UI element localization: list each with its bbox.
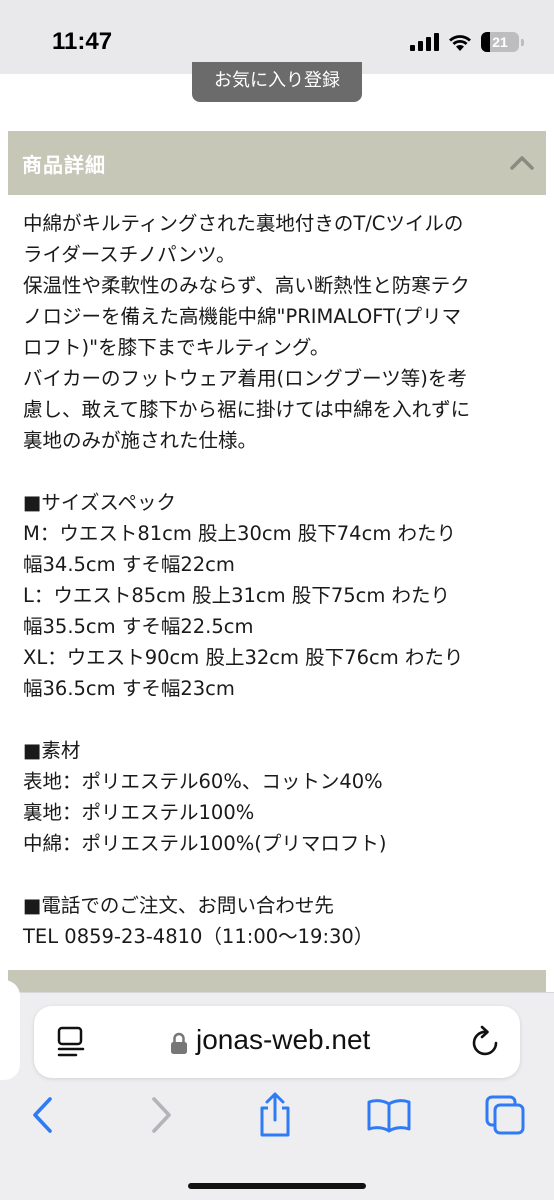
favorite-button[interactable]: お気に入り登録 [192,62,362,102]
bookmarks-button[interactable] [364,1090,414,1140]
back-button[interactable] [18,1090,68,1140]
status-icons: 21 [410,32,524,52]
battery-cap [521,38,524,46]
size-spec-line: 幅35.5cm すそ幅22.5cm [23,615,254,638]
material-heading: ■素材 [23,739,81,762]
description-line: ノロジーを備えた高機能中綿"PRIMALOFT(プリマ [23,305,462,328]
bookmarks-icon[interactable] [366,1096,412,1134]
description-line: ライダースチノパンツ。 [23,243,236,266]
description-line: 慮し、敢えて膝下から裾に掛けては中綿を入れずに [23,398,471,421]
description-line: ロフト)"を膝下までキルティング。 [23,336,330,359]
status-time: 11:47 [52,28,113,55]
wifi-icon [449,35,471,51]
screen: 11:47 21 お気に入り登録 商品詳細 中綿がキルティングされた裏地付きのT… [0,0,554,1200]
chevron-up-icon[interactable] [508,149,536,177]
section-title: 商品詳細 [22,152,106,177]
size-spec-line: XL：ウエスト90cm 股上32cm 股下76cm わたり [23,646,464,669]
description-line: 保温性や柔軟性のみならず、高い断熱性と防寒テク [23,274,470,297]
tabs-button[interactable] [480,1090,530,1140]
url-text[interactable]: jonas-web.net [196,1024,370,1056]
home-indicator [188,1183,366,1189]
description-line: 裏地のみが施された仕様。 [23,429,258,452]
back-icon[interactable] [30,1096,56,1134]
size-spec-line: 幅36.5cm すそ幅23cm [23,677,235,700]
address-bar[interactable]: jonas-web.net [34,1006,520,1078]
contact-phone: TEL 0859-23-4810（11:00〜19:30） [23,925,374,948]
description-line: 中綿がキルティングされた裏地付きのT/Cツイルの [23,212,464,235]
share-button[interactable] [250,1090,300,1140]
contact-heading: ■電話でのご注文、お問い合わせ先 [23,894,334,917]
size-spec-line: L：ウエスト85cm 股上31cm 股下75cm わたり [23,584,451,607]
material-line: 裏地：ポリエステル100% [23,801,255,824]
size-spec-line: M：ウエスト81cm 股上30cm 股下74cm わたり [23,522,457,545]
cellular-signal-icon [410,33,439,51]
lock-icon [171,1032,187,1054]
tabs-icon[interactable] [484,1094,526,1136]
product-description: 中綿がキルティングされた裏地付きのT/Cツイルの ライダースチノパンツ。 保温性… [23,208,533,952]
battery-icon: 21 [481,32,519,52]
size-spec-heading: ■サイズスペック [23,491,176,514]
forward-button[interactable] [136,1090,186,1140]
size-spec-line: 幅34.5cm すそ幅22cm [23,553,235,576]
battery-percent: 21 [492,34,508,50]
product-details-header[interactable]: 商品詳細 [8,131,546,195]
browser-toolbar [0,1090,554,1150]
previous-tab-edge[interactable] [0,980,20,1080]
forward-icon[interactable] [148,1096,174,1134]
reader-icon[interactable] [56,1026,86,1058]
share-icon[interactable] [256,1092,294,1138]
description-line: バイカーのフットウェア着用(ロングブーツ等)を考 [23,367,467,390]
reload-icon[interactable] [470,1024,502,1058]
material-line: 中綿：ポリエステル100%(プリマロフト) [23,832,387,855]
material-line: 表地：ポリエステル60%、コットン40% [23,770,383,793]
